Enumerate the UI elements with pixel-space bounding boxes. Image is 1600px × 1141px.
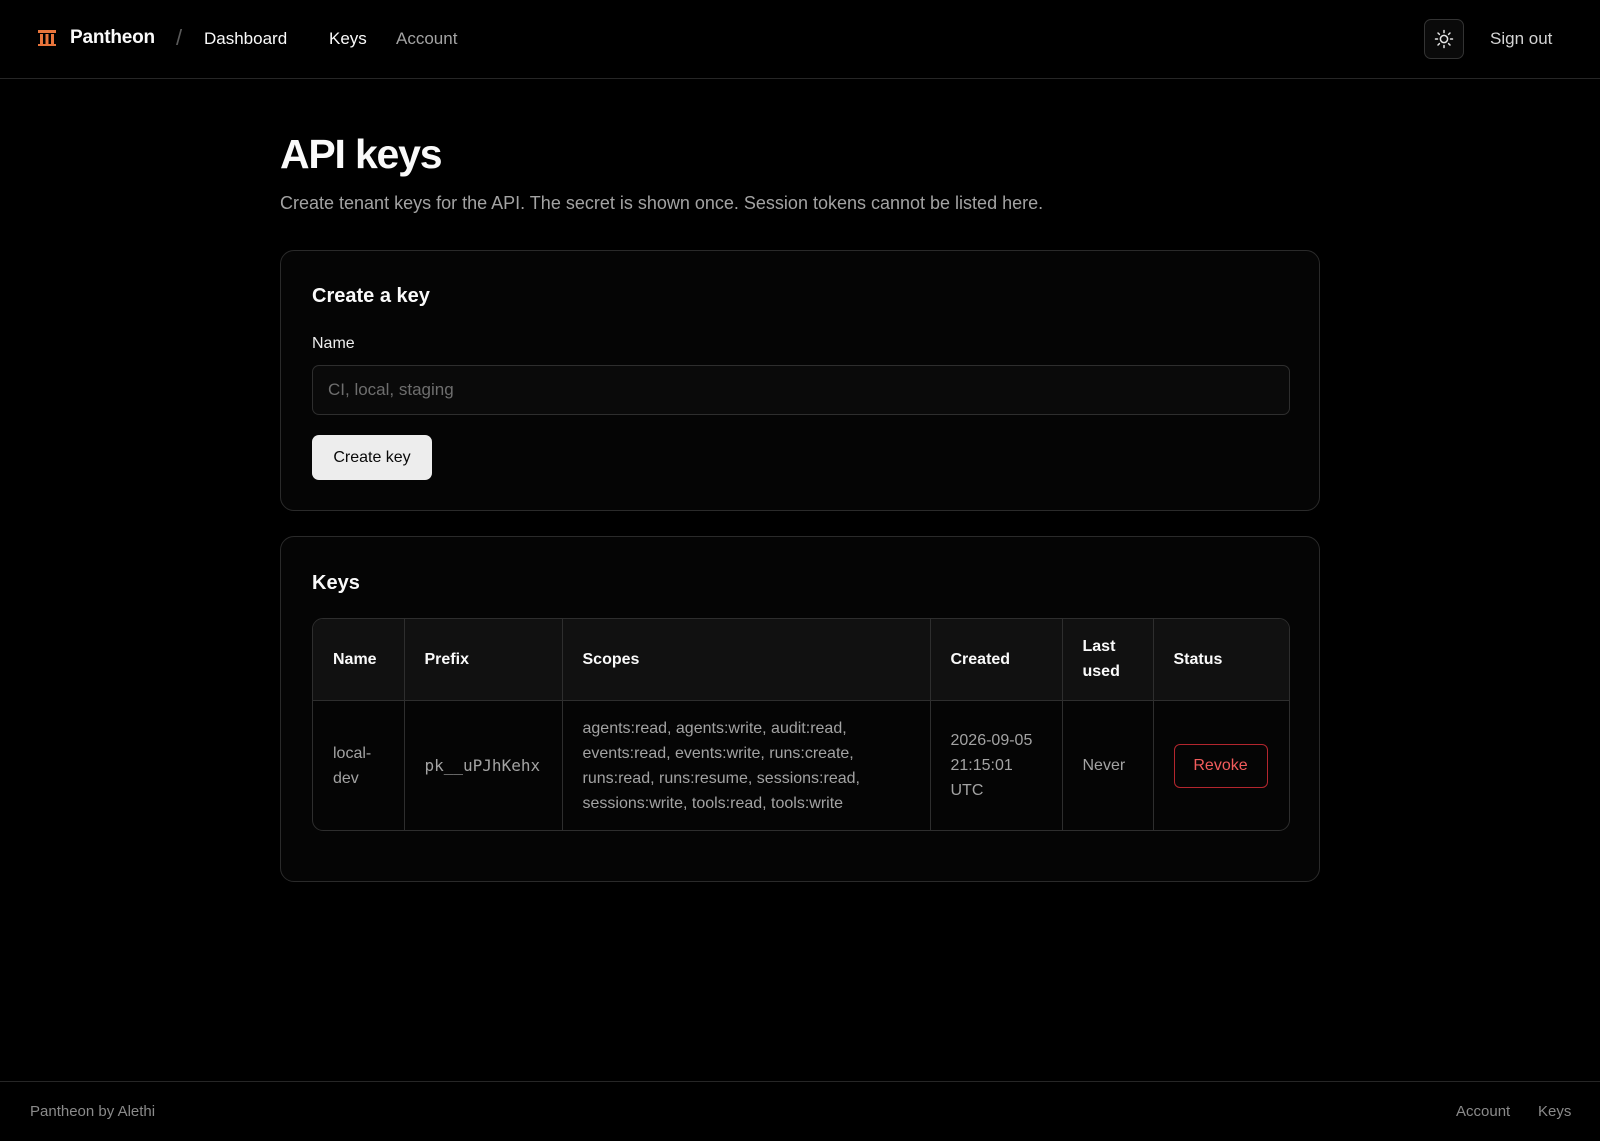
table-header-row: Name Prefix Scopes Created Last used Sta… (313, 619, 1289, 700)
nav-link-account[interactable]: Account (396, 29, 457, 49)
create-key-button[interactable]: Create key (312, 435, 432, 480)
sign-out-link[interactable]: Sign out (1490, 29, 1552, 49)
column-header-status: Status (1173, 650, 1223, 668)
page-subtitle: Create tenant keys for the API. The secr… (280, 193, 1044, 213)
breadcrumb-dashboard-link[interactable]: Dashboard (204, 29, 287, 49)
footer-link-account[interactable]: Account (1456, 1103, 1510, 1120)
keys-title: Keys (312, 572, 360, 594)
name-field-label: Name (312, 335, 355, 352)
keys-table-container: Name Prefix Scopes Created Last used Sta… (312, 618, 1290, 831)
column-header-prefix: Prefix (404, 619, 563, 700)
key-created-cell: 2026-09-05 21:15:01 UTC (930, 700, 1063, 830)
page-title: API keys (280, 131, 443, 177)
key-scopes-cell: agents:read, agents:write, audit:read, e… (562, 700, 931, 830)
page-footer: Pantheon by Alethi Account Keys (0, 1081, 1600, 1141)
column-header-last-used: Last used (1062, 619, 1154, 700)
columns-icon (38, 30, 56, 46)
create-key-title: Create a key (312, 285, 430, 307)
brand-name: Pantheon (70, 27, 155, 48)
breadcrumb-separator: / (176, 25, 183, 50)
key-name-input[interactable] (312, 365, 1290, 415)
revoke-key-button[interactable]: Revoke (1173, 743, 1268, 788)
key-status-cell: Revoke (1153, 700, 1289, 830)
column-header-created: Created (930, 619, 1063, 700)
key-prefix-cell: pk__uPJhKehx (404, 700, 563, 830)
column-header-scopes: Scopes (562, 619, 931, 700)
keys-table: Name Prefix Scopes Created Last used Sta… (313, 619, 1289, 830)
footer-brand: Pantheon by Alethi (30, 1103, 156, 1120)
sun-icon (1434, 29, 1454, 49)
keys-card: Keys Name Prefix Scopes Created Last use… (280, 536, 1320, 882)
theme-toggle-button[interactable] (1424, 19, 1464, 59)
nav-link-keys[interactable]: Keys (329, 29, 367, 49)
top-navigation-bar: Pantheon / Dashboard Keys Account Sign o… (0, 0, 1600, 79)
key-name-cell: local-dev (313, 700, 405, 830)
key-last-used-cell: Never (1062, 700, 1154, 830)
footer-link-keys[interactable]: Keys (1538, 1103, 1571, 1120)
create-key-card: Create a key Name Create key (280, 250, 1320, 511)
brand-home-link[interactable]: Pantheon (37, 27, 155, 49)
column-header-name: Name (313, 619, 405, 700)
table-row: local-dev pk__uPJhKehx agents:read, agen… (313, 700, 1289, 830)
